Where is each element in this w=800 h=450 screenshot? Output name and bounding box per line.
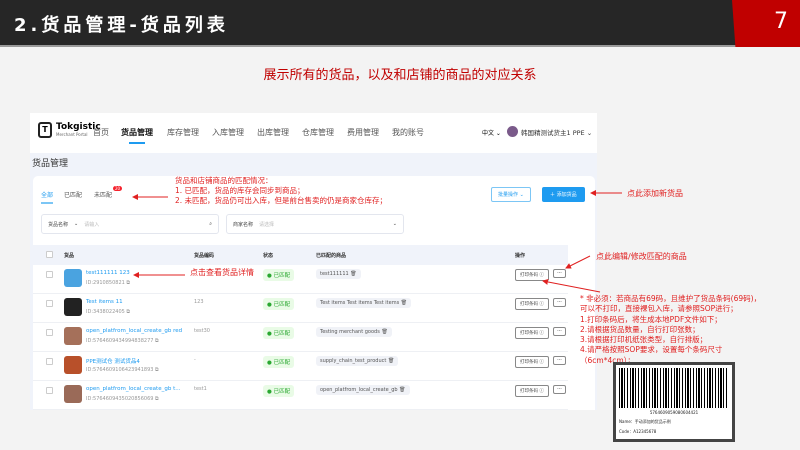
arrow-to-print-button [542,279,601,293]
barcode-label-sample: 5764609059080604421 Name：手动添加的货品示例 Code：… [613,362,735,442]
barcode-bars [619,368,729,408]
arrow-to-more-button [565,255,591,269]
barcode-code: Code：A12345678 [619,429,657,434]
barcode-number: 5764609059080604421 [649,410,699,415]
barcode-name: Name：手动添加的货品示例 [619,419,671,424]
